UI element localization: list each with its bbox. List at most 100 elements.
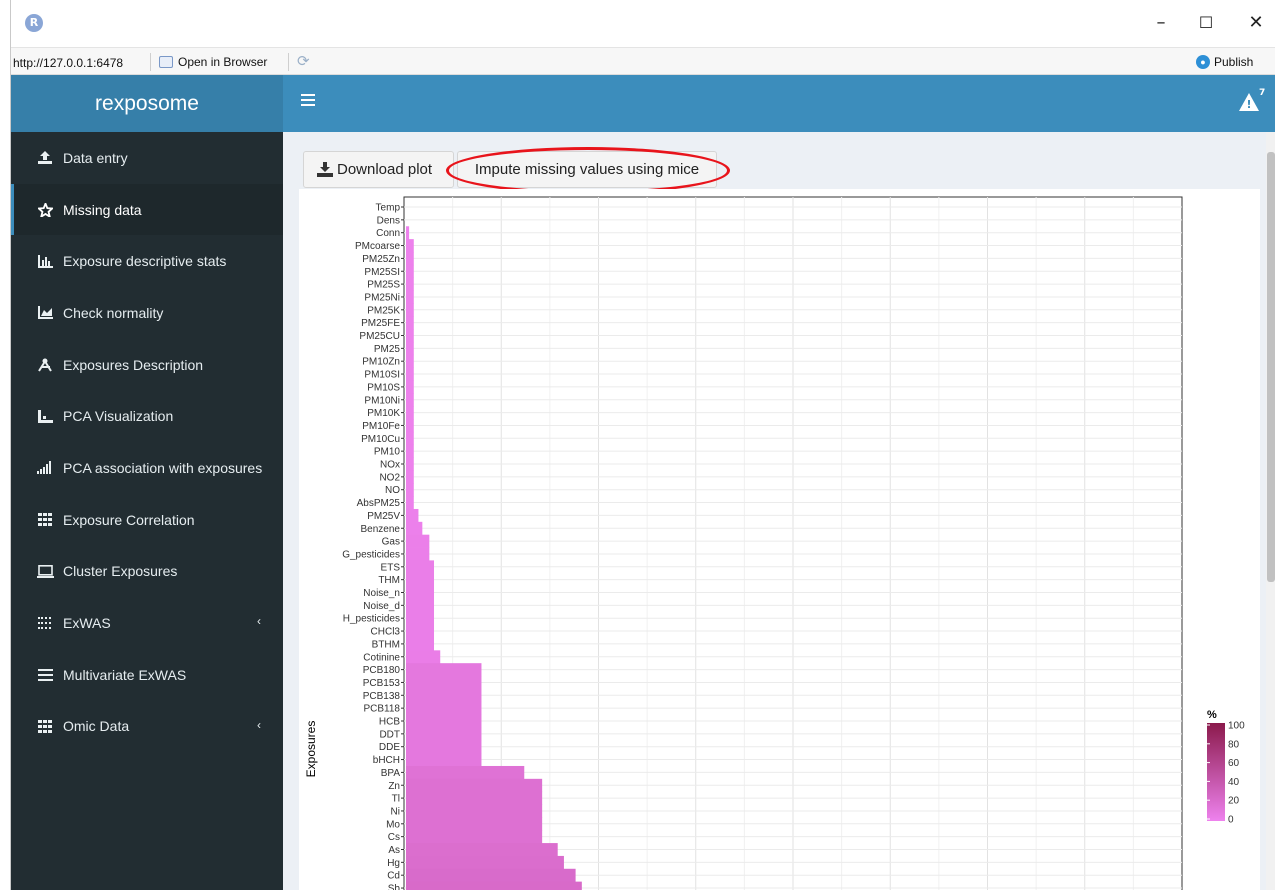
bar bbox=[406, 663, 482, 677]
y-tick-label: PCB153 bbox=[363, 678, 401, 689]
y-tick-label: PCB180 bbox=[363, 665, 401, 676]
y-axis-label: Exposures bbox=[304, 721, 318, 778]
bar bbox=[406, 560, 435, 574]
bar bbox=[406, 534, 430, 548]
bar bbox=[406, 251, 414, 266]
bar bbox=[406, 341, 414, 356]
sidebar-item-label: Missing data bbox=[63, 201, 142, 218]
y-tick-label: BPA bbox=[381, 768, 401, 779]
refresh-icon[interactable]: ⟳ bbox=[297, 52, 310, 70]
y-tick-label: Conn bbox=[376, 228, 400, 239]
y-tick-label: Sb bbox=[388, 884, 401, 890]
bar bbox=[406, 406, 414, 420]
laptop-icon bbox=[36, 564, 54, 578]
bar bbox=[406, 303, 414, 317]
signal-icon bbox=[36, 461, 54, 475]
y-tick-label: Gas bbox=[382, 537, 400, 548]
compass-icon bbox=[36, 358, 54, 372]
sidebar-item-exwas[interactable]: ExWAS ‹ bbox=[11, 597, 283, 649]
y-tick-label: Cs bbox=[388, 832, 400, 843]
y-tick-label: PM25K bbox=[367, 305, 400, 316]
sidebar-item-label: Data entry bbox=[63, 149, 128, 166]
sidebar-item-exposures-description[interactable]: Exposures Description bbox=[11, 339, 283, 391]
open-in-browser-label: Open in Browser bbox=[178, 55, 268, 69]
y-tick-label: PMcoarse bbox=[355, 241, 400, 252]
url-text[interactable]: http://127.0.0.1:6478 bbox=[13, 56, 123, 70]
bar bbox=[406, 290, 414, 304]
bar bbox=[406, 714, 482, 728]
y-tick-label: PM10SI bbox=[364, 370, 400, 381]
bar bbox=[406, 881, 582, 890]
bar bbox=[406, 573, 435, 587]
bar bbox=[406, 740, 482, 754]
y-tick-label: ETS bbox=[381, 562, 401, 573]
sidebar-item-exposure-correlation[interactable]: Exposure Correlation bbox=[11, 494, 283, 546]
bar bbox=[406, 611, 435, 626]
star-icon bbox=[36, 202, 54, 217]
y-tick-label: PM10K bbox=[367, 408, 400, 419]
bar bbox=[406, 457, 414, 471]
y-tick-label: Zn bbox=[388, 781, 400, 792]
sidebar-item-check-normality[interactable]: Check normality bbox=[11, 287, 283, 339]
sidebar-item-data-entry[interactable]: Data entry bbox=[11, 132, 283, 184]
bar bbox=[406, 637, 435, 651]
y-tick-label: PCB138 bbox=[363, 691, 401, 702]
sidebar-item-cluster-exposures[interactable]: Cluster Exposures bbox=[11, 546, 283, 598]
bar bbox=[406, 778, 543, 793]
bar-chart-icon bbox=[36, 254, 54, 268]
main-header: rexposome ! 7 bbox=[11, 75, 1275, 132]
bar bbox=[406, 264, 414, 279]
close-button[interactable]: ✕ bbox=[1241, 14, 1271, 34]
download-plot-button[interactable]: Download plot bbox=[303, 151, 454, 188]
y-tick-label: Cd bbox=[387, 871, 400, 882]
maximize-button[interactable]: ☐ bbox=[1191, 14, 1221, 34]
y-tick-label: BTHM bbox=[372, 639, 400, 650]
y-tick-label: THM bbox=[378, 575, 400, 586]
bar bbox=[406, 624, 435, 638]
bar bbox=[406, 855, 564, 870]
legend-tick-label: 100 bbox=[1228, 721, 1245, 732]
bar bbox=[406, 419, 414, 433]
legend-tick-label: 0 bbox=[1228, 815, 1234, 826]
scrollbar[interactable] bbox=[1266, 132, 1275, 890]
upload-icon bbox=[36, 151, 54, 165]
impute-missing-values-button[interactable]: Impute missing values using mice bbox=[457, 151, 717, 188]
publish-icon: ● bbox=[1196, 55, 1210, 69]
notifications-button[interactable]: ! 7 bbox=[1239, 88, 1265, 115]
sidebar-item-multivariate-exwas[interactable]: Multivariate ExWAS bbox=[11, 649, 283, 701]
bar bbox=[406, 817, 543, 831]
sidebar-item-omic-data[interactable]: Omic Data ‹ bbox=[11, 701, 283, 753]
sidebar-item-pca-association-with-exposures[interactable]: PCA association with exposures bbox=[11, 442, 283, 494]
sidebar-item-pca-visualization[interactable]: PCA Visualization bbox=[11, 390, 283, 442]
hamburger-menu-icon[interactable] bbox=[301, 94, 315, 108]
bar bbox=[406, 830, 543, 844]
bar bbox=[406, 701, 482, 715]
sidebar-item-missing-data[interactable]: Missing data bbox=[11, 183, 283, 236]
y-tick-label: PM10 bbox=[374, 447, 401, 458]
y-tick-label: DDT bbox=[379, 729, 400, 740]
bar bbox=[406, 586, 435, 600]
sidebar-item-exposure-descriptive-stats[interactable]: Exposure descriptive stats bbox=[11, 235, 283, 287]
list-icon bbox=[36, 668, 54, 682]
y-tick-label: PM25Ni bbox=[364, 292, 400, 303]
app-window: R – ☐ ✕ http://127.0.0.1:6478 Open in Br… bbox=[10, 0, 1275, 890]
dotted-grid-icon bbox=[36, 616, 54, 630]
y-tick-label: PM10Fe bbox=[362, 421, 400, 432]
sidebar-item-label: Check normality bbox=[63, 304, 164, 321]
y-tick-label: PM25S bbox=[367, 280, 400, 291]
sidebar-item-label: PCA Visualization bbox=[63, 408, 174, 425]
download-icon bbox=[317, 162, 334, 177]
y-tick-label: PM10S bbox=[367, 382, 400, 393]
brand-logo[interactable]: rexposome bbox=[11, 75, 283, 132]
bar bbox=[406, 547, 430, 561]
divider bbox=[150, 53, 151, 71]
y-tick-label: PCB118 bbox=[363, 704, 400, 715]
content-area: Download plot Impute missing values usin… bbox=[283, 132, 1275, 890]
y-tick-label: H_pesticides bbox=[343, 614, 400, 625]
legend-color-bar bbox=[1207, 723, 1225, 821]
publish-button[interactable]: ● Publish bbox=[1196, 55, 1253, 69]
sidebar-item-label: PCA association with exposures bbox=[63, 459, 263, 476]
open-in-browser-button[interactable]: Open in Browser bbox=[159, 55, 267, 69]
y-tick-label: Temp bbox=[376, 203, 401, 214]
minimize-button[interactable]: – bbox=[1146, 14, 1176, 34]
